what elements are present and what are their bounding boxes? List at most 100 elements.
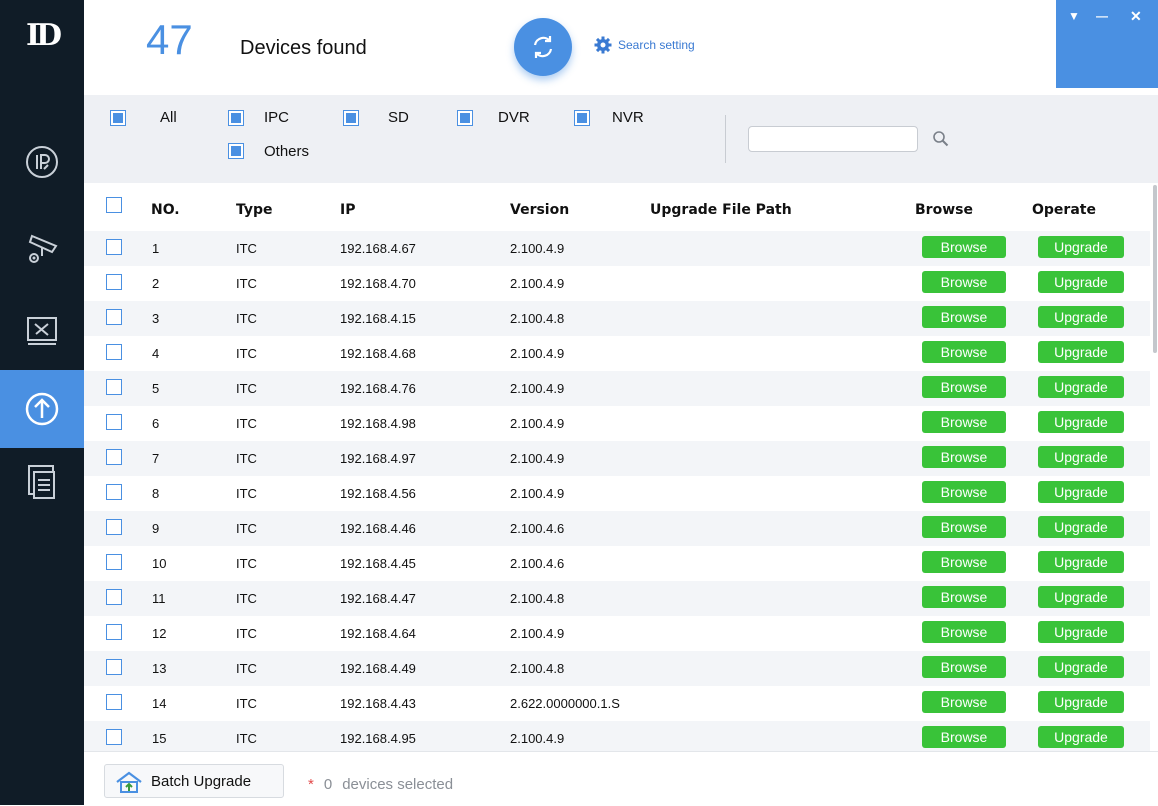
row-checkbox[interactable] — [106, 519, 122, 535]
cell-no: 5 — [152, 381, 160, 396]
upgrade-button[interactable]: Upgrade — [1038, 621, 1124, 643]
browse-button[interactable]: Browse — [922, 341, 1006, 363]
browse-button[interactable]: Browse — [922, 726, 1006, 748]
browse-button[interactable]: Browse — [922, 236, 1006, 258]
cell-version: 2.100.4.9 — [510, 346, 565, 361]
row-checkbox[interactable] — [106, 449, 122, 465]
upgrade-button[interactable]: Upgrade — [1038, 586, 1124, 608]
upgrade-button[interactable]: Upgrade — [1038, 726, 1124, 748]
cell-type: ITC — [236, 451, 257, 466]
upgrade-button[interactable]: Upgrade — [1038, 516, 1124, 538]
row-checkbox[interactable] — [106, 274, 122, 290]
browse-button[interactable]: Browse — [922, 656, 1006, 678]
row-checkbox[interactable] — [106, 659, 122, 675]
cell-type: ITC — [236, 346, 257, 361]
filter-checkbox-dvr[interactable] — [457, 110, 473, 126]
cell-ip: 192.168.4.45 — [340, 556, 416, 571]
upgrade-button[interactable]: Upgrade — [1038, 481, 1124, 503]
cell-version: 2.100.4.8 — [510, 311, 565, 326]
row-checkbox[interactable] — [106, 694, 122, 710]
browse-button[interactable]: Browse — [922, 481, 1006, 503]
table-row: 1 ITC 192.168.4.67 2.100.4.9 Browse Upgrade — [84, 231, 1150, 266]
cell-ip: 192.168.4.43 — [340, 696, 416, 711]
cell-ip: 192.168.4.70 — [340, 276, 416, 291]
table-row: 13 ITC 192.168.4.49 2.100.4.8 Browse Upgrade — [84, 651, 1150, 686]
cell-no: 15 — [152, 731, 167, 746]
row-checkbox[interactable] — [106, 589, 122, 605]
batch-upgrade-button[interactable]: Batch Upgrade — [104, 764, 284, 798]
cell-type: ITC — [236, 276, 257, 291]
sidebar-item-device-config[interactable] — [0, 209, 84, 287]
filter-checkbox-others[interactable] — [228, 143, 244, 159]
filter-checkbox-ipc[interactable] — [228, 110, 244, 126]
table-row: 3 ITC 192.168.4.15 2.100.4.8 Browse Upgrade — [84, 301, 1150, 336]
table-row: 15 ITC 192.168.4.95 2.100.4.9 Browse Upgrade — [84, 721, 1150, 751]
batch-upgrade-label: Batch Upgrade — [151, 773, 252, 790]
upgrade-button[interactable]: Upgrade — [1038, 271, 1124, 293]
sidebar-item-system-settings[interactable] — [0, 291, 84, 369]
browse-button[interactable]: Browse — [922, 446, 1006, 468]
cell-ip: 192.168.4.68 — [340, 346, 416, 361]
cell-no: 9 — [152, 521, 160, 536]
upgrade-button[interactable]: Upgrade — [1038, 236, 1124, 258]
minimize-icon[interactable]: — — [1096, 9, 1108, 23]
cell-ip: 192.168.4.64 — [340, 626, 416, 641]
col-header-operate: Operate — [1032, 202, 1096, 218]
cell-version: 2.622.0000000.1.S — [510, 696, 620, 711]
upgrade-button[interactable]: Upgrade — [1038, 551, 1124, 573]
browse-button[interactable]: Browse — [922, 691, 1006, 713]
upgrade-button[interactable]: Upgrade — [1038, 376, 1124, 398]
upgrade-button[interactable]: Upgrade — [1038, 656, 1124, 678]
filter-checkbox-all[interactable] — [110, 110, 126, 126]
sidebar-item-documentation[interactable] — [0, 443, 84, 521]
refresh-icon — [533, 36, 553, 58]
cell-type: ITC — [236, 626, 257, 641]
browse-button[interactable]: Browse — [922, 271, 1006, 293]
row-checkbox[interactable] — [106, 309, 122, 325]
cell-no: 6 — [152, 416, 160, 431]
browse-button[interactable]: Browse — [922, 621, 1006, 643]
browse-button[interactable]: Browse — [922, 586, 1006, 608]
row-checkbox[interactable] — [106, 624, 122, 640]
cell-ip: 192.168.4.56 — [340, 486, 416, 501]
row-checkbox[interactable] — [106, 239, 122, 255]
cell-version: 2.100.4.9 — [510, 381, 565, 396]
search-icon[interactable] — [932, 130, 950, 148]
row-checkbox[interactable] — [106, 729, 122, 745]
search-input[interactable] — [748, 126, 918, 152]
row-checkbox[interactable] — [106, 414, 122, 430]
filter-checkbox-nvr[interactable] — [574, 110, 590, 126]
menu-dropdown-icon[interactable]: ▼ — [1068, 9, 1080, 23]
browse-button[interactable]: Browse — [922, 551, 1006, 573]
search-setting-link[interactable]: Search setting — [594, 36, 695, 54]
sidebar-item-ip-config[interactable] — [0, 123, 84, 201]
sidebar-item-device-upgrade[interactable] — [0, 370, 84, 448]
refresh-button[interactable] — [514, 18, 572, 76]
row-checkbox[interactable] — [106, 344, 122, 360]
browse-button[interactable]: Browse — [922, 411, 1006, 433]
select-all-checkbox[interactable] — [106, 197, 122, 213]
row-checkbox[interactable] — [106, 484, 122, 500]
col-header-ip: IP — [340, 202, 356, 218]
cell-type: ITC — [236, 661, 257, 676]
table-row: 14 ITC 192.168.4.43 2.622.0000000.1.S Browse… — [84, 686, 1150, 721]
row-checkbox[interactable] — [106, 379, 122, 395]
tools-icon — [27, 317, 57, 345]
cell-version: 2.100.4.9 — [510, 276, 565, 291]
upgrade-button[interactable]: Upgrade — [1038, 691, 1124, 713]
browse-button[interactable]: Browse — [922, 306, 1006, 328]
upgrade-button[interactable]: Upgrade — [1038, 446, 1124, 468]
scrollbar-thumb[interactable] — [1153, 185, 1157, 353]
row-checkbox[interactable] — [106, 554, 122, 570]
browse-button[interactable]: Browse — [922, 376, 1006, 398]
upgrade-button[interactable]: Upgrade — [1038, 306, 1124, 328]
browse-button[interactable]: Browse — [922, 516, 1006, 538]
cell-version: 2.100.4.6 — [510, 556, 565, 571]
close-icon[interactable]: ✕ — [1130, 8, 1142, 25]
cell-version: 2.100.4.9 — [510, 626, 565, 641]
upgrade-button[interactable]: Upgrade — [1038, 341, 1124, 363]
filter-checkbox-sd[interactable] — [343, 110, 359, 126]
cell-ip: 192.168.4.67 — [340, 241, 416, 256]
devices-found-label: Devices found — [240, 37, 367, 59]
upgrade-button[interactable]: Upgrade — [1038, 411, 1124, 433]
